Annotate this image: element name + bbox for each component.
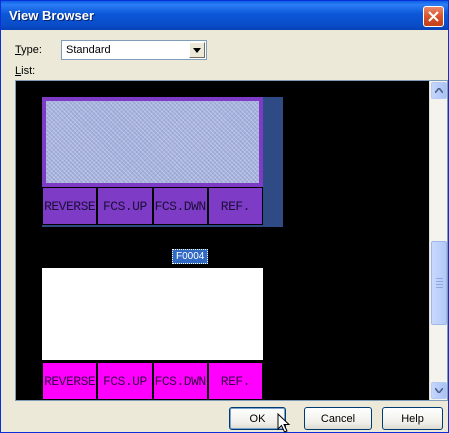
scroll-down-button[interactable] xyxy=(431,382,447,399)
view-thumbnail[interactable]: REVERSE FCS.UP FCS.DWN REF. xyxy=(42,97,263,227)
thumbnail-screen xyxy=(46,101,259,183)
softkey-row: REVERSE FCS.UP FCS.DWN REF. xyxy=(42,187,263,225)
help-button[interactable]: Help xyxy=(382,407,443,430)
softkey: FCS.UP xyxy=(97,187,153,225)
softkey: REF. xyxy=(207,362,263,400)
softkey: FCS.UP xyxy=(97,362,153,400)
view-thumbnail[interactable]: REVERSE FCS.UP FCS.DWN REF. xyxy=(42,268,263,400)
view-list[interactable]: REVERSE FCS.UP FCS.DWN REF. F0004 REVERS… xyxy=(15,80,448,401)
scroll-up-button[interactable] xyxy=(431,82,447,99)
scroll-up-icon xyxy=(435,88,443,93)
list-label: List: xyxy=(15,65,36,77)
chevron-down-icon xyxy=(193,47,201,53)
thumbnail-screen xyxy=(42,268,263,360)
type-label: Type: xyxy=(15,44,42,56)
softkey: FCS.DWN xyxy=(152,187,208,225)
view-id-label[interactable]: F0004 xyxy=(172,249,209,264)
window-title: View Browser xyxy=(9,8,95,23)
dropdown-button[interactable] xyxy=(189,42,205,58)
softkey: REF. xyxy=(207,187,263,225)
close-button[interactable] xyxy=(423,6,444,27)
scroll-grip xyxy=(436,281,443,282)
view-list-viewport: REVERSE FCS.UP FCS.DWN REF. F0004 REVERS… xyxy=(16,81,429,400)
mouse-pointer-icon xyxy=(277,413,291,433)
softkey: FCS.DWN xyxy=(152,362,208,400)
thumbnail-screen-frame xyxy=(42,97,263,187)
type-dropdown-value: Standard xyxy=(66,44,111,56)
softkey: REVERSE xyxy=(42,362,98,400)
scroll-grip xyxy=(436,284,443,285)
softkey-row: REVERSE FCS.UP FCS.DWN REF. xyxy=(42,362,263,400)
title-bar[interactable]: View Browser xyxy=(1,1,448,30)
scroll-down-icon xyxy=(435,388,443,393)
view-browser-dialog: View Browser Type: Standard List: REVERS… xyxy=(0,0,449,433)
view-item-selected[interactable]: REVERSE FCS.UP FCS.DWN REF. F0004 xyxy=(42,97,283,264)
scroll-grip xyxy=(436,278,443,279)
type-dropdown[interactable]: Standard xyxy=(61,40,207,60)
close-icon xyxy=(428,11,439,22)
softkey: REVERSE xyxy=(42,187,98,225)
scroll-grip xyxy=(436,287,443,288)
scroll-thumb[interactable] xyxy=(431,241,447,325)
vertical-scrollbar[interactable] xyxy=(429,81,447,400)
cancel-button[interactable]: Cancel xyxy=(304,407,372,430)
